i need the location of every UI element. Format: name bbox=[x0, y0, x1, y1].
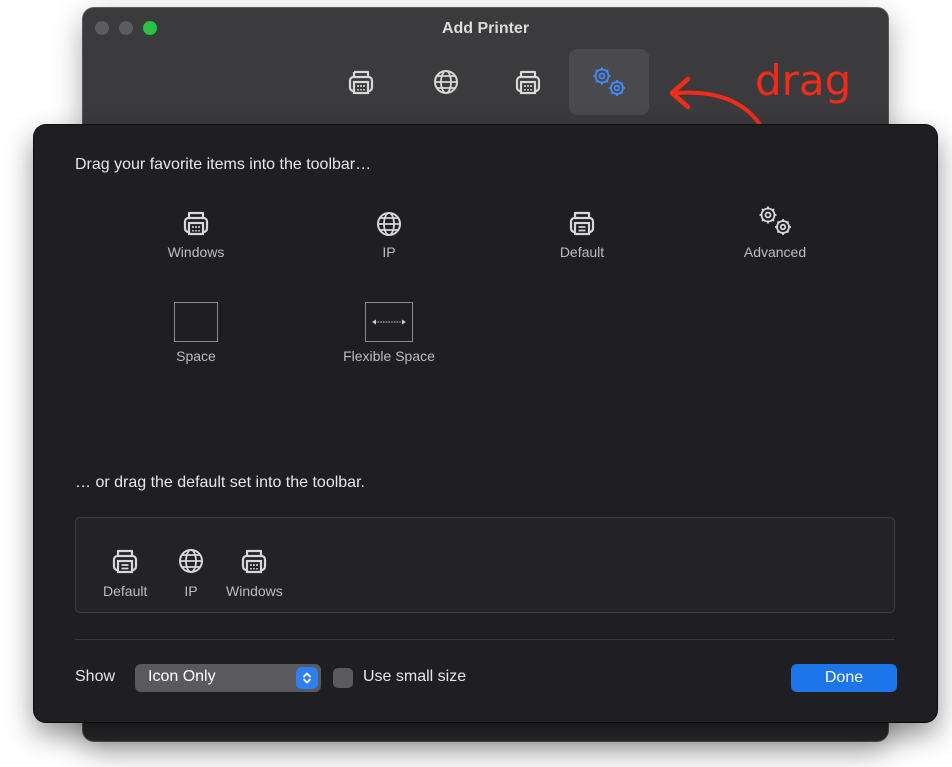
customize-toolbar-sheet: Drag your favorite items into the toolba… bbox=[34, 125, 937, 722]
default-set-item-ip: IP bbox=[177, 546, 205, 599]
toolbar-item-windows-2[interactable] bbox=[488, 49, 568, 115]
default-set-item-windows: Windows bbox=[226, 546, 283, 599]
palette-label-advanced: Advanced bbox=[743, 244, 807, 260]
show-label: Show bbox=[75, 668, 116, 685]
printer-default-icon bbox=[569, 211, 595, 236]
default-set-label-default: Default bbox=[103, 583, 148, 599]
toolbar-item-advanced[interactable] bbox=[569, 49, 649, 115]
screenshot-stage: Add Printer drag Drag your favorite item… bbox=[0, 0, 952, 767]
palette-item-space[interactable]: Space bbox=[126, 302, 266, 372]
footer-divider bbox=[75, 639, 895, 640]
default-set-heading: … or drag the default set into the toolb… bbox=[75, 474, 365, 491]
palette-item-flexible-space[interactable]: Flexible Space bbox=[319, 302, 459, 372]
use-small-size-checkbox[interactable] bbox=[333, 668, 353, 688]
chevron-up-down-icon bbox=[296, 667, 318, 689]
globe-icon bbox=[179, 549, 203, 573]
printer-windows-icon bbox=[515, 70, 541, 95]
printer-windows-icon bbox=[183, 211, 209, 236]
gears-icon bbox=[759, 206, 791, 235]
palette-label-flexible-space: Flexible Space bbox=[343, 348, 435, 364]
use-small-size-label[interactable]: Use small size bbox=[363, 668, 466, 686]
palette-heading: Drag your favorite items into the toolba… bbox=[75, 156, 372, 173]
toolbar-item-windows[interactable] bbox=[321, 49, 401, 115]
space-icon bbox=[174, 302, 218, 342]
default-set-item-default: Default bbox=[103, 546, 147, 599]
toolbar-item-ip[interactable] bbox=[406, 49, 486, 115]
palette-label-ip: IP bbox=[382, 244, 396, 260]
done-button[interactable]: Done bbox=[791, 664, 897, 692]
palette-label-default: Default bbox=[559, 244, 605, 260]
palette-item-default[interactable]: Default bbox=[512, 198, 652, 268]
gears-icon bbox=[593, 67, 625, 96]
palette-item-windows[interactable]: Windows bbox=[126, 198, 266, 268]
default-set-label-windows: Windows bbox=[226, 583, 283, 599]
palette-label-windows: Windows bbox=[167, 244, 225, 260]
printer-default-icon bbox=[113, 549, 138, 574]
default-set-label-ip: IP bbox=[184, 583, 198, 599]
show-mode-select[interactable]: Icon Only bbox=[135, 664, 321, 692]
flexible-space-icon bbox=[365, 302, 413, 342]
palette-label-space: Space bbox=[176, 348, 216, 364]
double-arrow-icon bbox=[372, 319, 406, 325]
printer-windows-icon bbox=[348, 70, 374, 95]
globe-icon bbox=[377, 212, 401, 236]
palette-item-advanced[interactable]: Advanced bbox=[705, 198, 845, 268]
window-title: Add Printer bbox=[441, 20, 530, 37]
palette-item-ip[interactable]: IP bbox=[319, 198, 459, 268]
default-set-well[interactable]: Default IP Windows bbox=[75, 517, 895, 613]
show-mode-value: Icon Only bbox=[148, 668, 216, 685]
printer-windows-icon bbox=[242, 549, 267, 574]
globe-icon bbox=[434, 70, 458, 94]
drag-annotation-label: drag bbox=[755, 56, 852, 105]
